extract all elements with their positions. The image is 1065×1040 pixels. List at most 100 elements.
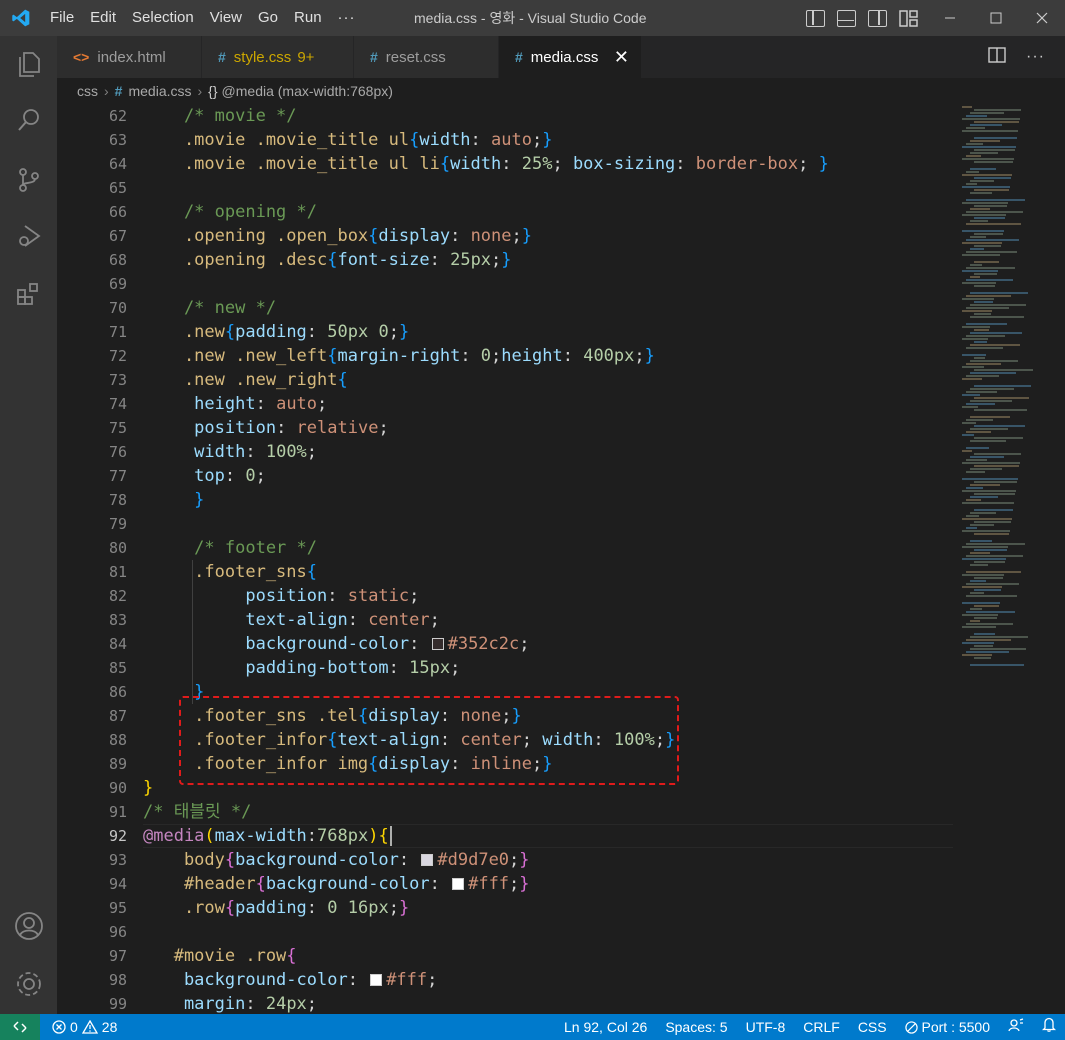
code-line[interactable]: .movie .movie_title ul li{width: 25%; bo… (143, 152, 943, 176)
source-control-icon[interactable] (0, 156, 57, 204)
minimap-line (974, 385, 1031, 387)
menu-item[interactable]: Run (286, 0, 330, 36)
code-line[interactable] (143, 512, 943, 536)
toggle-primary-sidebar-icon[interactable] (806, 9, 825, 27)
code-line[interactable]: .new .new_left{margin-right: 0;height: 4… (143, 344, 943, 368)
code-line[interactable]: /* new */ (143, 296, 943, 320)
maximize-icon[interactable] (973, 0, 1019, 36)
code-line[interactable]: .opening .open_box{display: none;} (143, 224, 943, 248)
breadcrumb-file[interactable]: media.css (128, 83, 191, 99)
tab-media-css[interactable]: # media.css ✕ (499, 36, 642, 78)
minimap-line (970, 304, 1026, 306)
code-line[interactable]: /* 태블릿 */ (143, 800, 943, 824)
code-line[interactable]: /* opening */ (143, 200, 943, 224)
breadcrumb-symbol[interactable]: @media (max-width:768px) (222, 83, 393, 99)
toggle-secondary-sidebar-icon[interactable] (868, 9, 887, 27)
chevron-right-icon: › (197, 83, 203, 99)
code-token: max-width (214, 826, 307, 846)
code-line[interactable]: padding-bottom: 15px; (143, 656, 943, 680)
minimap-line (962, 422, 976, 424)
code-line[interactable]: .row{padding: 0 16px;} (143, 896, 943, 920)
line-number: 96 (108, 923, 127, 941)
minimap-line (962, 242, 1002, 244)
code-line[interactable]: text-align: center; (143, 608, 943, 632)
menu-item[interactable]: Go (250, 0, 286, 36)
minimap-line (966, 323, 1007, 325)
code-line[interactable] (143, 920, 943, 944)
more-actions-icon[interactable]: ··· (1026, 48, 1045, 66)
color-swatch[interactable] (452, 878, 465, 890)
menu-item[interactable]: File (42, 0, 82, 36)
menu-item[interactable]: ··· (330, 0, 364, 36)
split-editor-icon[interactable] (988, 46, 1006, 68)
minimap-line (974, 329, 989, 331)
color-swatch[interactable] (431, 638, 444, 650)
color-swatch[interactable] (370, 974, 383, 986)
minimap-line (966, 295, 1011, 297)
cursor-position[interactable]: Ln 92, Col 26 (555, 1014, 656, 1040)
extensions-icon[interactable] (0, 270, 57, 318)
remote-indicator-icon[interactable] (0, 1014, 40, 1040)
encoding[interactable]: UTF-8 (737, 1014, 795, 1040)
code-line[interactable]: width: 100%; (143, 440, 943, 464)
end-of-line[interactable]: CRLF (794, 1014, 849, 1040)
code-line[interactable]: .footer_sns{ (143, 560, 943, 584)
code-token: #d9d7e0 (437, 850, 510, 870)
feedback-icon[interactable] (999, 1014, 1033, 1040)
customize-layout-icon[interactable] (899, 9, 918, 27)
code-line[interactable]: background-color: #352c2c; (143, 632, 943, 656)
code-token: { (378, 826, 389, 846)
code-line[interactable]: #movie .row{ (143, 944, 943, 968)
code-token: : (429, 874, 451, 894)
code-token: } (143, 778, 154, 798)
code-line[interactable]: /* movie */ (143, 104, 943, 128)
color-swatch[interactable] (421, 854, 434, 866)
code-line[interactable]: background-color: #fff; (143, 968, 943, 992)
minimap[interactable] (960, 104, 1045, 1014)
explorer-icon[interactable] (0, 40, 57, 88)
close-window-icon[interactable] (1019, 0, 1065, 36)
toggle-panel-icon[interactable] (837, 9, 856, 27)
code-line[interactable]: /* footer */ (143, 536, 943, 560)
breadcrumb-folder[interactable]: css (77, 83, 98, 99)
language-mode[interactable]: CSS (849, 1014, 896, 1040)
live-server-port[interactable]: Port : 5500 (896, 1014, 999, 1040)
code-line[interactable]: top: 0; (143, 464, 943, 488)
code-line[interactable]: .opening .desc{font-size: 25px;} (143, 248, 943, 272)
code-line[interactable]: position: relative; (143, 416, 943, 440)
code-line[interactable]: height: auto; (143, 392, 943, 416)
indentation[interactable]: Spaces: 5 (656, 1014, 736, 1040)
code-line[interactable]: #header{background-color: #fff;} (143, 872, 943, 896)
code-line[interactable]: position: static; (143, 584, 943, 608)
code-editor[interactable]: 62 63 64 65 66 67 68 69 70 71 72 73 74 75 76 77 78 79 80 81… (57, 104, 1065, 1014)
menu-item[interactable]: Edit (82, 0, 124, 36)
menu-item[interactable]: Selection (124, 0, 202, 36)
tab-index-html[interactable]: <> index.html (57, 36, 202, 78)
tab-reset-css[interactable]: # reset.css (354, 36, 499, 78)
search-icon[interactable] (0, 96, 57, 144)
code-line[interactable] (143, 272, 943, 296)
code-line[interactable]: } (143, 488, 943, 512)
minimize-icon[interactable] (927, 0, 973, 36)
line-number: 73 (108, 371, 127, 389)
settings-gear-icon[interactable] (0, 960, 57, 1008)
minimap-line (974, 121, 1019, 123)
code-line[interactable]: @media(max-width:768px){ (143, 824, 943, 848)
menu-item[interactable]: View (202, 0, 250, 36)
close-tab-icon[interactable]: ✕ (614, 47, 629, 68)
code-line[interactable]: body{background-color: #d9d7e0;} (143, 848, 943, 872)
code-line[interactable]: margin: 24px; (143, 992, 943, 1014)
minimap-line (974, 549, 1007, 551)
run-and-debug-icon[interactable] (0, 212, 57, 260)
problems-indicator[interactable]: 0 28 (52, 1019, 117, 1035)
tab-style-css[interactable]: # style.css 9+ (202, 36, 354, 78)
code-content[interactable]: /* movie */ .movie .movie_title ul{width… (143, 104, 943, 1014)
code-line[interactable] (143, 176, 943, 200)
accounts-icon[interactable] (0, 902, 57, 950)
code-line[interactable]: .movie .movie_title ul{width: auto;} (143, 128, 943, 152)
code-line[interactable]: .new .new_right{ (143, 368, 943, 392)
notifications-bell-icon[interactable] (1033, 1014, 1065, 1040)
code-line[interactable]: .new{padding: 50px 0;} (143, 320, 943, 344)
minimap-line (962, 130, 1018, 132)
minimap-line (962, 654, 992, 656)
